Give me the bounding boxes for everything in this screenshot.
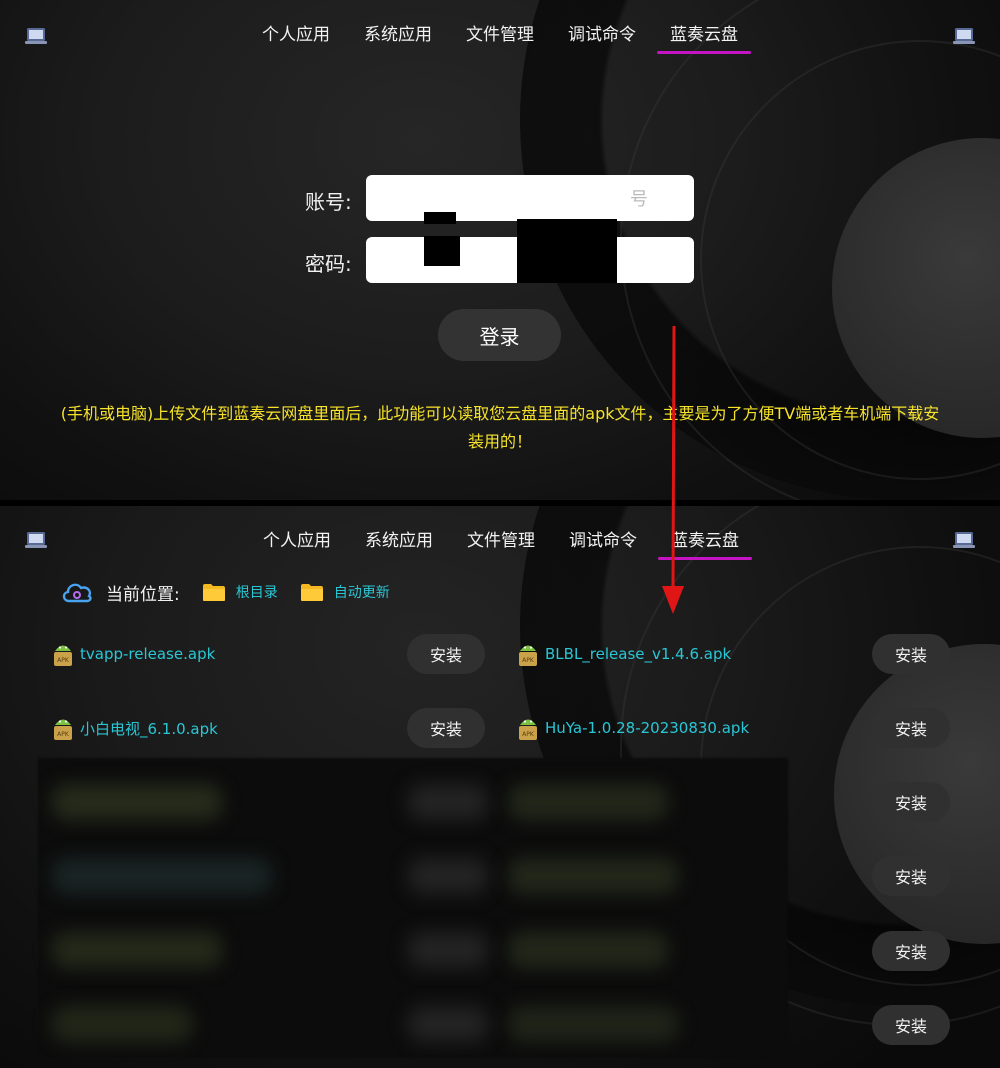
cloud-file-browser: 个人应用 系统应用 文件管理 调试命令 蓝奏云盘 当前位置: 根目录 自动更新 … [0, 506, 1000, 1068]
breadcrumb-root-label: 根目录 [235, 585, 278, 601]
blurred-file-list [38, 758, 788, 1058]
install-button[interactable]: 安装 [872, 856, 950, 896]
svg-text:APK: APK [57, 731, 70, 738]
install-button[interactable]: 安装 [407, 634, 485, 674]
file-item[interactable]: APK BLBL_release_v1.4.6.apk [515, 628, 731, 680]
file-name: tvapp-release.apk [80, 645, 216, 663]
tv-icon[interactable] [24, 530, 48, 550]
breadcrumb-auto-update[interactable]: 自动更新 [300, 582, 390, 602]
tab-personal-apps[interactable]: 个人应用 [262, 20, 330, 50]
file-name: BLBL_release_v1.4.6.apk [545, 645, 732, 663]
location-label: 当前位置: [106, 584, 180, 605]
android-apk-icon: APK [519, 719, 537, 740]
login-button[interactable]: 登录 [438, 309, 561, 361]
tab-system-apps[interactable]: 系统应用 [365, 526, 433, 556]
account-label: 账号: [305, 190, 352, 214]
tv-icon[interactable] [952, 26, 976, 46]
tv-icon[interactable] [24, 26, 48, 46]
file-item[interactable]: APK 小白电视_6.1.0.apk [50, 702, 218, 754]
password-label: 密码: [305, 252, 352, 276]
install-button[interactable]: 安装 [872, 782, 950, 822]
folder-icon [300, 583, 323, 601]
file-item[interactable]: APK HuYa-1.0.28-20230830.apk [515, 702, 749, 754]
folder-icon [202, 583, 225, 601]
tab-system-apps[interactable]: 系统应用 [364, 20, 432, 50]
tv-icon[interactable] [952, 530, 976, 550]
tab-lanzou-cloud[interactable]: 蓝奏云盘 [658, 526, 752, 560]
file-name: HuYa-1.0.28-20230830.apk [545, 719, 750, 737]
tab-personal-apps[interactable]: 个人应用 [263, 526, 331, 556]
svg-text:APK: APK [522, 657, 535, 664]
redaction-block [424, 212, 456, 224]
breadcrumb-root[interactable]: 根目录 [202, 582, 278, 602]
android-apk-icon: APK [54, 645, 72, 666]
android-apk-icon: APK [54, 719, 72, 740]
install-button[interactable]: 安装 [872, 1005, 950, 1045]
file-item[interactable]: APK tvapp-release.apk [50, 628, 215, 680]
cloud-icon [62, 583, 92, 603]
account-input[interactable]: 号 [366, 175, 694, 221]
redaction-block [424, 236, 460, 266]
svg-text:APK: APK [57, 657, 70, 664]
install-button[interactable]: 安装 [407, 708, 485, 748]
install-button[interactable]: 安装 [872, 708, 950, 748]
top-nav: 个人应用 系统应用 文件管理 调试命令 蓝奏云盘 [0, 506, 1000, 572]
tab-debug-commands[interactable]: 调试命令 [568, 20, 636, 50]
android-apk-icon: APK [519, 645, 537, 666]
breadcrumb: 当前位置: 根目录 自动更新 [60, 572, 412, 612]
login-screen: 个人应用 系统应用 文件管理 调试命令 蓝奏云盘 账号: 号 密码: . 登录 … [0, 0, 1000, 500]
vinyl-label-decoration [832, 138, 1000, 438]
redaction-block [517, 219, 617, 283]
install-button[interactable]: 安装 [872, 931, 950, 971]
file-name: 小白电视_6.1.0.apk [80, 719, 218, 738]
tab-debug-commands[interactable]: 调试命令 [569, 526, 637, 556]
breadcrumb-auto-update-label: 自动更新 [333, 585, 390, 601]
account-input-text: 号 [630, 189, 648, 210]
tab-lanzou-cloud[interactable]: 蓝奏云盘 [657, 20, 751, 54]
svg-text:APK: APK [522, 731, 535, 738]
install-button[interactable]: 安装 [872, 634, 950, 674]
cloud-notice-text: (手机或电脑)上传文件到蓝奏云网盘里面后，此功能可以读取您云盘里面的apk文件，… [60, 404, 940, 451]
top-nav: 个人应用 系统应用 文件管理 调试命令 蓝奏云盘 [0, 0, 1000, 66]
tab-file-manager[interactable]: 文件管理 [466, 20, 534, 50]
tab-file-manager[interactable]: 文件管理 [467, 526, 535, 556]
